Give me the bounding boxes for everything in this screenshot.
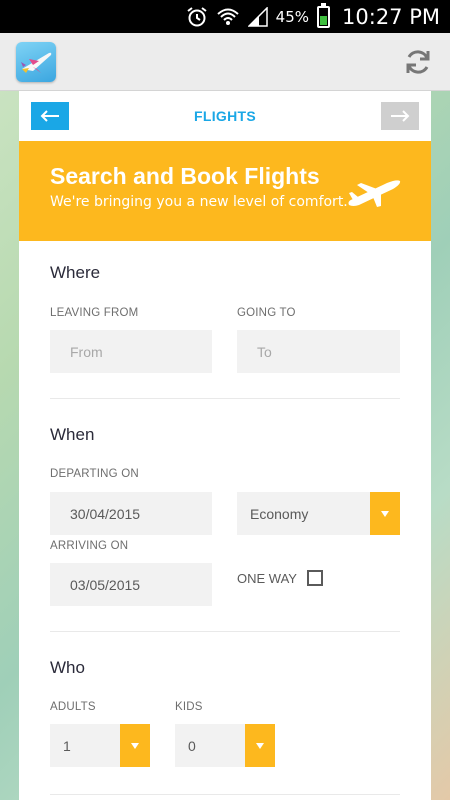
arrow-left-icon xyxy=(40,110,60,122)
kids-label: KIDS xyxy=(175,701,203,713)
going-to-label: GOING TO xyxy=(237,307,296,319)
alarm-icon xyxy=(186,6,208,28)
caret-down-icon xyxy=(131,742,139,749)
refresh-icon xyxy=(403,47,433,77)
kids-select-value: 0 xyxy=(188,737,196,754)
battery-percent: 45% xyxy=(275,7,310,26)
arriving-on-label: ARRIVING ON xyxy=(50,540,129,552)
dropdown-arrow[interactable] xyxy=(370,492,400,535)
adults-select[interactable]: 1 xyxy=(50,724,150,767)
adults-label: ADULTS xyxy=(50,701,96,713)
divider xyxy=(50,794,400,795)
page-title: FLIGHTS xyxy=(194,108,256,124)
class-select[interactable]: Economy xyxy=(237,492,400,535)
wifi-icon xyxy=(216,6,240,28)
adults-select-value: 1 xyxy=(63,737,71,754)
arriving-date-input[interactable]: 03/05/2015 xyxy=(50,563,212,606)
flight-search-card: FLIGHTS Search and Book Flights We're br… xyxy=(19,91,431,800)
forward-button[interactable] xyxy=(380,102,419,130)
dropdown-arrow[interactable] xyxy=(245,724,275,767)
divider xyxy=(50,631,400,632)
kids-select[interactable]: 0 xyxy=(175,724,275,767)
class-select-value: Economy xyxy=(250,505,309,522)
signal-icon xyxy=(247,6,268,27)
dropdown-arrow[interactable] xyxy=(120,724,150,767)
who-title: Who xyxy=(50,658,85,677)
clock: 10:27 PM xyxy=(342,4,440,29)
battery-icon xyxy=(317,2,331,28)
departing-date-input[interactable]: 30/04/2015 xyxy=(50,492,212,535)
one-way-label: ONE WAY xyxy=(237,570,297,586)
app-bar xyxy=(0,33,450,91)
divider xyxy=(50,398,400,399)
one-way-option[interactable]: ONE WAY xyxy=(237,570,323,586)
flights-nav: FLIGHTS xyxy=(19,91,431,141)
airplane-logo-icon[interactable] xyxy=(16,41,56,82)
status-bar: 45% 10:27 PM xyxy=(0,0,450,33)
going-to-input[interactable]: To xyxy=(237,330,400,373)
where-title: Where xyxy=(50,263,101,282)
refresh-button[interactable] xyxy=(402,46,434,78)
caret-down-icon xyxy=(381,510,389,517)
when-title: When xyxy=(50,425,95,444)
leaving-from-label: LEAVING FROM xyxy=(50,307,139,319)
arrow-right-icon xyxy=(390,110,410,122)
back-button[interactable] xyxy=(31,102,69,130)
caret-down-icon xyxy=(256,742,264,749)
leaving-from-input[interactable]: From xyxy=(50,330,212,373)
hero-banner: Search and Book Flights We're bringing y… xyxy=(19,141,431,241)
departing-on-label: DEPARTING ON xyxy=(50,468,139,480)
airplane-icon xyxy=(347,179,401,212)
one-way-checkbox[interactable] xyxy=(306,570,323,586)
